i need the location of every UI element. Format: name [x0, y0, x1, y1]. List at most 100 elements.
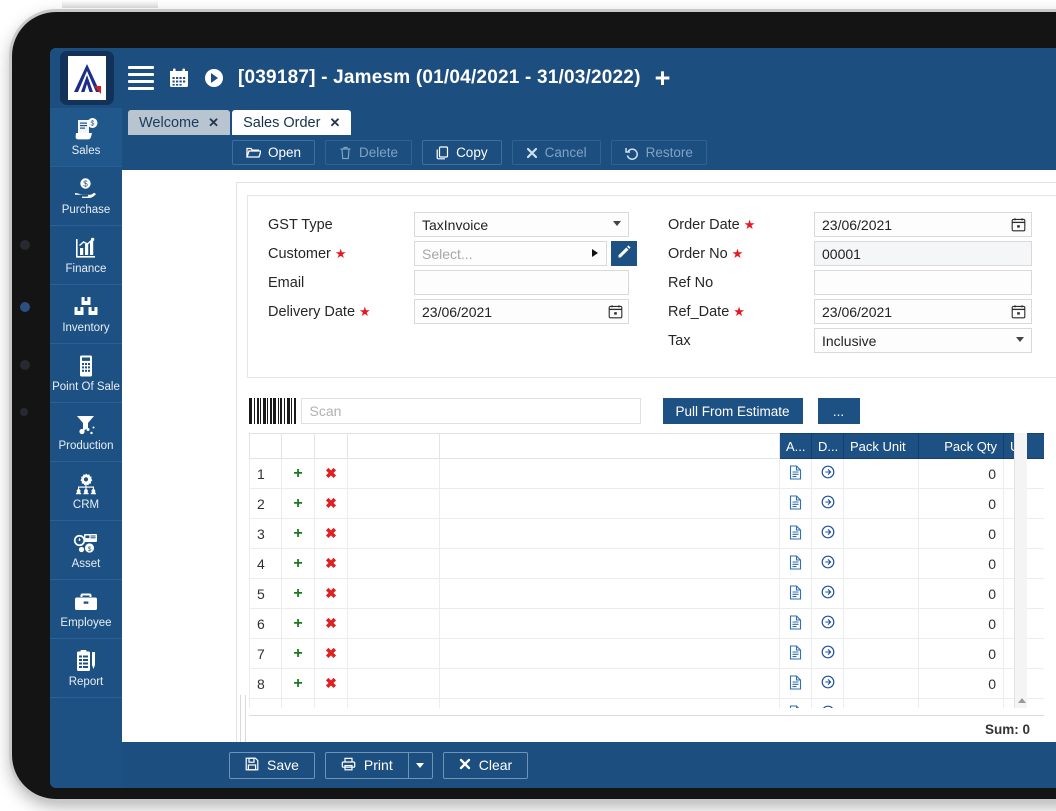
plus-icon[interactable]: + [293, 645, 302, 662]
cell-attachment[interactable] [779, 458, 812, 489]
cell-description[interactable] [439, 668, 780, 699]
cell-pack-qty[interactable]: 0 [918, 518, 1004, 549]
calendar-icon[interactable] [1011, 217, 1026, 237]
remove-row-button[interactable]: ✖ [314, 578, 348, 609]
cell-code[interactable] [347, 578, 440, 609]
restore-button[interactable]: Restore [610, 140, 707, 165]
order-no-input[interactable] [814, 241, 1032, 266]
col-header-detail[interactable]: D... [811, 433, 844, 459]
gst-type-select[interactable] [414, 212, 629, 237]
table-row[interactable]: 3 + ✖ 0 [249, 518, 1044, 549]
document-icon[interactable] [789, 524, 802, 543]
table-row[interactable]: 9 + ✖ 0 [249, 698, 1044, 709]
add-row-button[interactable]: + [281, 668, 315, 699]
cell-attachment[interactable] [779, 638, 812, 669]
cell-pack-unit[interactable] [843, 518, 919, 549]
col-header-pack-qty[interactable]: Pack Qty [918, 433, 1004, 459]
table-row[interactable]: 1 + ✖ 0 [249, 458, 1044, 489]
add-tab-button[interactable]: + [655, 64, 671, 92]
ref-no-input[interactable] [814, 270, 1032, 295]
cell-code[interactable] [347, 518, 440, 549]
close-icon[interactable]: ✖ [325, 645, 337, 661]
add-row-button[interactable]: + [281, 548, 315, 579]
close-icon[interactable]: ✖ [325, 705, 337, 708]
cell-code[interactable] [347, 668, 440, 699]
save-button[interactable]: Save [229, 751, 315, 779]
document-icon[interactable] [789, 584, 802, 603]
plus-icon[interactable]: + [293, 555, 302, 572]
cell-description[interactable] [439, 488, 780, 519]
add-row-button[interactable]: + [281, 518, 315, 549]
scan-input[interactable] [300, 398, 641, 424]
cell-code[interactable] [347, 608, 440, 639]
cell-attachment[interactable] [779, 608, 812, 639]
close-icon[interactable]: ✖ [325, 465, 337, 481]
cell-detail[interactable] [811, 698, 844, 708]
circle-dot-icon[interactable] [821, 555, 835, 572]
cell-attachment[interactable] [779, 698, 812, 708]
sidebar-item-employee[interactable]: Employee [50, 580, 122, 639]
cell-description[interactable] [439, 608, 780, 639]
pull-from-estimate-button[interactable]: Pull From Estimate [662, 398, 803, 424]
document-icon[interactable] [789, 644, 802, 663]
circle-dot-icon[interactable] [821, 615, 835, 632]
sidebar-item-purchase[interactable]: $ Purchase [50, 167, 122, 226]
col-header-attachment[interactable]: A... [779, 433, 812, 459]
circle-dot-icon[interactable] [821, 495, 835, 512]
cell-attachment[interactable] [779, 518, 812, 549]
remove-row-button[interactable]: ✖ [314, 608, 348, 639]
cell-description[interactable] [439, 548, 780, 579]
circle-dot-icon[interactable] [821, 645, 835, 662]
sidebar-item-sales[interactable]: $ Sales [50, 108, 122, 167]
col-header-pack-unit[interactable]: Pack Unit [843, 433, 919, 459]
cell-pack-unit[interactable] [843, 488, 919, 519]
hw-button-volume-up[interactable] [20, 360, 30, 370]
circle-dot-icon[interactable] [821, 675, 835, 692]
cell-description[interactable] [439, 578, 780, 609]
cell-description[interactable] [439, 518, 780, 549]
close-icon[interactable]: ✖ [325, 525, 337, 541]
print-dropdown-toggle[interactable] [407, 751, 433, 779]
cancel-button[interactable]: Cancel [511, 140, 601, 165]
email-field[interactable] [414, 270, 629, 295]
cell-description[interactable] [439, 698, 780, 708]
remove-row-button[interactable]: ✖ [314, 518, 348, 549]
plus-icon[interactable]: + [293, 465, 302, 482]
cell-attachment[interactable] [779, 668, 812, 699]
sidebar-item-asset[interactable]: $ Asset [50, 521, 122, 580]
hamburger-icon[interactable] [128, 66, 154, 90]
plus-icon[interactable]: + [293, 705, 302, 709]
tab-welcome[interactable]: Welcome ✕ [128, 110, 231, 135]
add-row-button[interactable]: + [281, 698, 315, 709]
more-options-button[interactable]: ... [817, 398, 860, 424]
tax-select[interactable] [814, 328, 1032, 353]
add-row-button[interactable]: + [281, 458, 315, 489]
table-row[interactable]: 5 + ✖ 0 [249, 578, 1044, 609]
remove-row-button[interactable]: ✖ [314, 548, 348, 579]
cell-detail[interactable] [811, 548, 844, 579]
close-icon[interactable]: ✖ [325, 615, 337, 631]
document-icon[interactable] [789, 554, 802, 573]
plus-icon[interactable]: + [293, 525, 302, 542]
hw-button-power[interactable] [20, 302, 30, 312]
add-row-button[interactable]: + [281, 578, 315, 609]
col-header-delete[interactable] [314, 433, 348, 459]
add-row-button[interactable]: + [281, 638, 315, 669]
cell-pack-unit[interactable] [843, 698, 919, 708]
cell-detail[interactable] [811, 458, 844, 489]
sidebar-item-inventory[interactable]: Inventory [50, 285, 122, 344]
plus-icon[interactable]: + [293, 675, 302, 692]
document-icon[interactable] [789, 674, 802, 693]
cell-detail[interactable] [811, 518, 844, 549]
circle-dot-icon[interactable] [821, 585, 835, 602]
cell-pack-qty[interactable]: 0 [918, 668, 1004, 699]
close-icon[interactable]: ✖ [325, 495, 337, 511]
print-button[interactable]: Print [324, 751, 408, 779]
customer-edit-button[interactable] [611, 241, 637, 266]
close-icon[interactable]: ✕ [329, 115, 340, 131]
col-header-index[interactable] [249, 433, 282, 459]
cell-pack-unit[interactable] [843, 668, 919, 699]
plus-icon[interactable]: + [293, 495, 302, 512]
circle-dot-icon[interactable] [821, 705, 835, 708]
add-row-button[interactable]: + [281, 488, 315, 519]
